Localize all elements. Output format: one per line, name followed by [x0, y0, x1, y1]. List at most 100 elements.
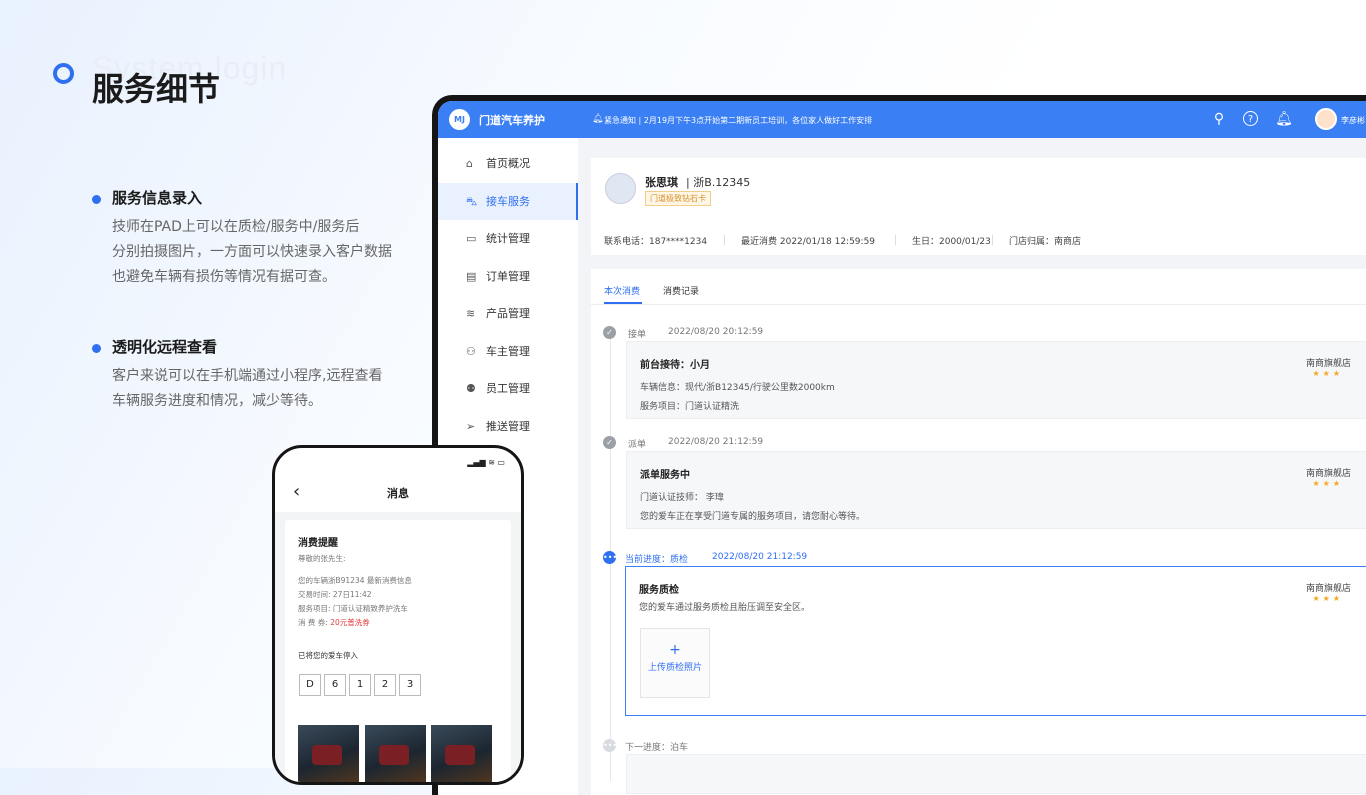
upload-photo-button[interactable]: + 上传质检照片: [640, 628, 710, 698]
sidebar-item-staff[interactable]: ⚉ 员工管理: [438, 370, 578, 408]
sidebar-item-pickup[interactable]: ⛍ 接车服务: [438, 182, 578, 220]
divider: [895, 235, 896, 245]
plate-char: 2: [374, 674, 396, 696]
step-title: 前台接待：小月: [640, 360, 710, 371]
customer-card: 张思琪 | 浙B.12345 门道极致钻石卡 联系电话：187****1234 …: [591, 158, 1366, 255]
step-label: 接单: [628, 330, 647, 340]
progress-dots-icon: •••: [603, 551, 618, 564]
plus-icon: +: [669, 642, 681, 658]
step-card-reception: 前台接待：小月 车辆信息：现代/浙B12345/行驶公里数2000km 服务项目…: [626, 341, 1366, 419]
step-line: 您的爱车正在享受门道专属的服务项目，请您耐心等待。: [640, 512, 866, 522]
search-icon[interactable]: ⚲: [1209, 109, 1229, 129]
status-bar: ▂▄▆ ≋ ▭: [467, 458, 505, 467]
plate-char: 6: [324, 674, 346, 696]
bullet-icon: [92, 344, 101, 353]
app-name: 门道汽车养护: [479, 114, 545, 127]
parked-label: 已将您的爱车停入: [298, 651, 358, 660]
phone-frame: ▂▄▆ ≋ ▭ ‹ 消息 消费提醒 尊敬的张先生: 您的车辆浙B91234 最新…: [272, 445, 524, 785]
car-photo[interactable]: [298, 725, 359, 782]
home-icon: ⌂: [466, 157, 473, 170]
step-line: 门道认证技师： 李瑋: [640, 493, 724, 503]
message-line: 消 费 券: 20元普洗券: [298, 618, 370, 627]
sidebar-item-push[interactable]: ➢ 推送管理: [438, 408, 578, 446]
bell-icon[interactable]: 🔔︎: [1274, 109, 1294, 129]
page-title: 服务细节: [92, 70, 221, 108]
check-icon: ✓: [603, 326, 616, 339]
sidebar-item-home[interactable]: ⌂ 首页概况: [438, 145, 578, 183]
step-label: 下一进度：泊车: [625, 743, 689, 753]
user-name[interactable]: 李彦彬: [1341, 115, 1365, 126]
avatar[interactable]: [1315, 108, 1337, 130]
message-line: 服务项目: 门道认证精致养护洗车: [298, 604, 408, 613]
step-store: 南商旗舰店: [1305, 469, 1351, 479]
layers-icon: ≋: [466, 307, 476, 320]
consumption-panel: 本次消费 消费记录 ✓ 接单 2022/08/20 20:12:59 前台接待：…: [591, 269, 1366, 795]
chart-icon: ▭: [466, 232, 477, 245]
tab-history[interactable]: 消费记录: [663, 284, 699, 297]
step-time: 2022/08/20 20:12:59: [668, 327, 764, 337]
car-photo[interactable]: [431, 725, 492, 782]
divider: [724, 235, 725, 245]
step-title: 服务质检: [639, 585, 679, 596]
step-line: 服务项目：门道认证精洗: [640, 402, 740, 412]
step-card-parking: [626, 754, 1366, 794]
message-greeting: 尊敬的张先生:: [298, 554, 346, 563]
customer-plate: | 浙B.12345: [686, 176, 751, 189]
divider: [992, 235, 993, 245]
sidebar-item-stats[interactable]: ▭ 统计管理: [438, 220, 578, 258]
member-badge: 门道极致钻石卡: [645, 191, 711, 206]
feature-service-entry: 服务信息录入 技师在PAD上可以在质检/服务中/服务后 分别拍摄图片，一方面可以…: [92, 187, 392, 290]
plate-char: 1: [349, 674, 371, 696]
step-store: 南商旗舰店: [1305, 584, 1351, 594]
phone-title: 消息: [387, 487, 409, 500]
message-card[interactable]: 消费提醒 尊敬的张先生: 您的车辆浙B91234 最新消费信息 交易时间: 27…: [285, 520, 511, 782]
customer-store: 门店归属：南商店: [1009, 237, 1082, 247]
phone-body: 消费提醒 尊敬的张先生: 您的车辆浙B91234 最新消费信息 交易时间: 27…: [275, 512, 521, 782]
step-line: 车辆信息：现代/浙B12345/行驶公里数2000km: [640, 383, 835, 393]
title-ring-icon: [53, 63, 74, 84]
tab-indicator: [604, 302, 642, 304]
users-icon: ⚉: [466, 382, 476, 395]
bullet-icon: [92, 195, 101, 204]
step-store: 南商旗舰店: [1305, 359, 1351, 369]
customer-last-consume: 最近消费 2022/01/18 12:59:59: [741, 237, 876, 247]
step-card-dispatch: 派单服务中 门道认证技师： 李瑋 您的爱车正在享受门道专属的服务项目，请您耐心等…: [626, 451, 1366, 529]
app-logo[interactable]: MJ: [449, 109, 470, 130]
user-icon: ⚇: [466, 344, 476, 358]
sidebar-item-orders[interactable]: ▤ 订单管理: [438, 258, 578, 296]
check-icon: ✓: [603, 436, 616, 449]
upload-label: 上传质检照片: [647, 663, 702, 673]
help-icon[interactable]: ?: [1243, 111, 1258, 126]
pending-dots-icon: •••: [603, 739, 618, 752]
customer-name: 张思琪: [645, 176, 678, 189]
step-time: 2022/08/20 21:12:59: [668, 437, 764, 447]
customer-avatar: [605, 173, 636, 204]
feature-desc: 客户来说可以在手机端通过小程序,远程查看 车辆服务进度和情况，减少等待。: [112, 368, 383, 409]
rating-stars: ★★★: [1312, 369, 1343, 378]
sidebar-item-owners[interactable]: ⚇ 车主管理: [438, 333, 578, 371]
message-line: 您的车辆浙B91234 最新消费信息: [298, 576, 412, 585]
step-label: 派单: [628, 440, 647, 450]
feature-remote-view: 透明化远程查看 客户来说可以在手机端通过小程序,远程查看 车辆服务进度和情况，减…: [92, 336, 382, 414]
sidebar-item-products[interactable]: ≋ 产品管理: [438, 295, 578, 333]
voucher-value: 20元普洗券: [330, 618, 370, 627]
plate-char: 3: [399, 674, 421, 696]
tab-divider: [591, 304, 1366, 305]
message-title: 消费提醒: [298, 538, 338, 549]
customer-phone: 联系电话：187****1234: [604, 237, 708, 247]
plate-char: D: [299, 674, 321, 696]
rating-stars: ★★★: [1312, 594, 1343, 603]
send-icon: ➢: [466, 419, 476, 433]
step-card-inspection: 服务质检 您的爱车通过服务质检且胎压调至安全区。 南商旗舰店 ★★★ + 上传质…: [625, 566, 1366, 716]
tablet-frame: MJ 门道汽车养护 🔔︎ 紧急通知 | 2月19月下午3点开始第二期新员工培训，…: [432, 95, 1366, 795]
feature-title: 服务信息录入: [112, 189, 203, 207]
car-photo[interactable]: [365, 725, 426, 782]
plate-boxes: D6123: [299, 672, 424, 696]
car-icon: ⛍: [466, 194, 478, 208]
notice-text[interactable]: 紧急通知 | 2月19月下午3点开始第二期新员工培训，各位家人做好工作安排: [604, 115, 872, 126]
customer-birthday: 生日：2000/01/23: [912, 237, 991, 247]
doc-icon: ▤: [466, 269, 477, 283]
tab-current[interactable]: 本次消费: [604, 284, 640, 297]
rating-stars: ★★★: [1312, 479, 1343, 488]
message-line: 交易时间: 27日11:42: [298, 590, 372, 599]
